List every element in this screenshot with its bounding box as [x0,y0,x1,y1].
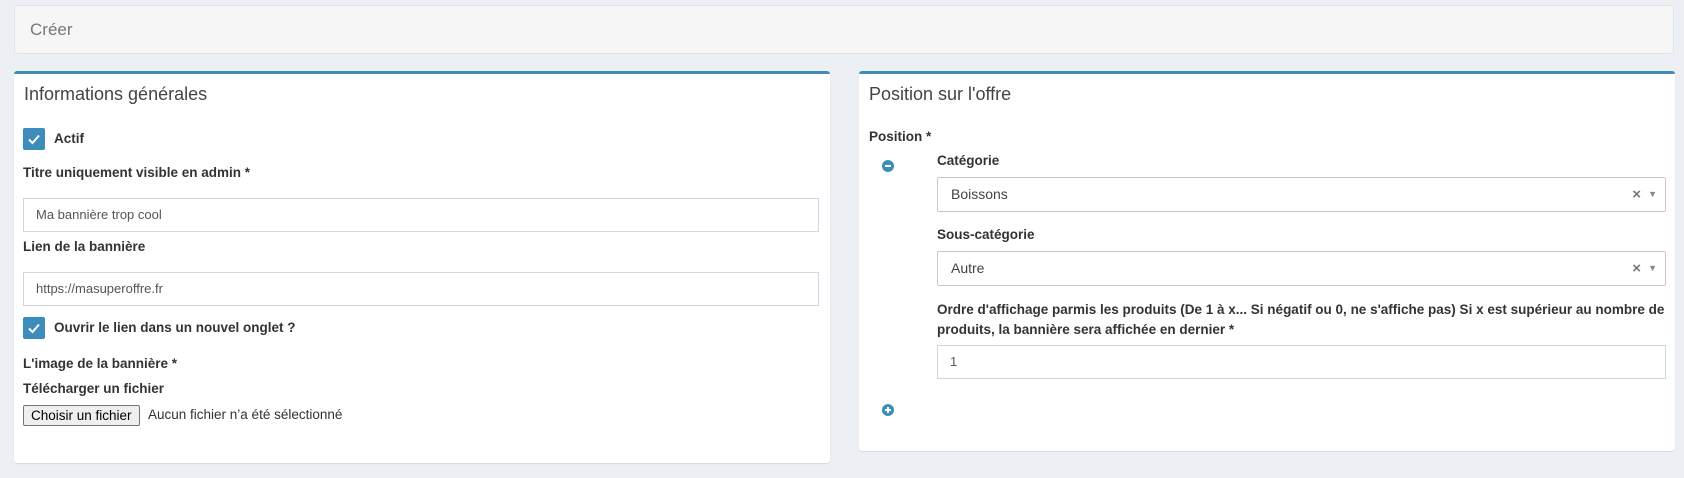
chevron-down-icon[interactable]: ▼ [1648,252,1657,285]
display-order-label: Ordre d'affichage parmis les produits (D… [937,300,1666,340]
new-tab-checkbox[interactable] [23,317,45,339]
page-header-bar: Créer [14,5,1674,54]
active-label: Actif [54,131,84,146]
subcategory-label: Sous-catégorie [937,227,1035,242]
chevron-down-icon[interactable]: ▼ [1648,178,1657,211]
category-value: Boissons [951,186,1008,202]
subcategory-select[interactable]: Autre × ▼ [937,251,1666,286]
minus-icon [885,165,891,167]
banner-image-label: L'image de la bannière * [23,356,178,371]
position-panel: Position sur l'offre Position * Catégori… [859,71,1675,451]
general-info-panel: Informations générales Actif Titre uniqu… [14,71,830,463]
remove-position-button[interactable] [882,160,894,172]
file-status: Aucun fichier n’a été sélectionné [148,407,343,422]
checkmark-icon [28,323,40,334]
category-select[interactable]: Boissons × ▼ [937,177,1666,212]
banner-link-label: Lien de la bannière [23,239,146,254]
checkmark-icon [28,134,40,145]
position-label: Position * [869,129,932,144]
new-tab-label: Ouvrir le lien dans un nouvel onglet ? [54,320,296,335]
clear-icon[interactable]: × [1632,178,1641,211]
display-order-label-line2: produits, la bannière sera affichée en d… [937,322,1235,337]
page-title: Créer [30,20,73,39]
choose-file-button[interactable]: Choisir un fichier [23,405,140,426]
display-order-input[interactable]: 1 [937,345,1666,379]
subcategory-value: Autre [951,260,985,276]
category-label: Catégorie [937,153,1000,168]
upload-label: Télécharger un fichier [23,381,165,396]
banner-link-input[interactable]: https://masuperoffre.fr [23,272,819,306]
add-position-button[interactable] [882,404,894,416]
display-order-label-line1: Ordre d'affichage parmis les produits (D… [937,302,1665,317]
active-checkbox[interactable] [23,128,45,150]
clear-icon[interactable]: × [1632,252,1641,285]
admin-title-label: Titre uniquement visible en admin * [23,165,251,180]
position-title: Position sur l'offre [869,84,1012,104]
admin-title-input[interactable]: Ma bannière trop cool [23,198,819,232]
plus-icon [885,407,891,413]
general-info-title: Informations générales [24,84,208,104]
